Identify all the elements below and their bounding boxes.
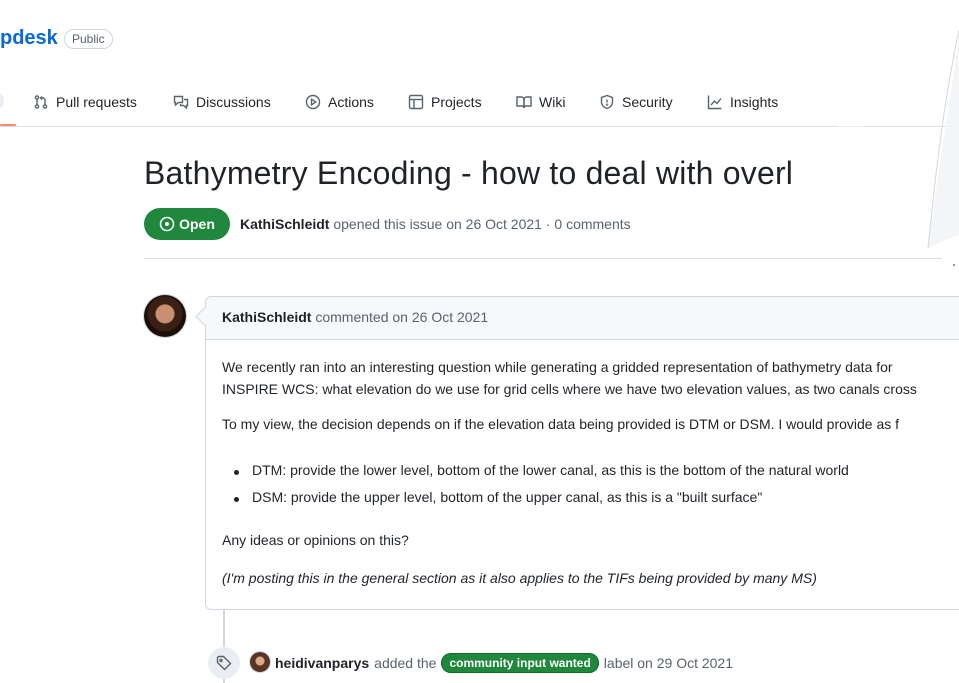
bullet-marker <box>234 470 239 475</box>
tab-pull-requests[interactable]: Pull requests <box>33 92 137 112</box>
tab-projects[interactable]: Projects <box>408 92 482 112</box>
label-badge[interactable]: community input wanted <box>441 653 599 673</box>
tab-projects-label: Projects <box>431 94 482 110</box>
comment-date[interactable]: commented on 26 Oct 2021 <box>315 309 488 325</box>
table-icon <box>408 94 424 110</box>
header-divider <box>144 258 942 259</box>
issue-meta: KathiSchleidt opened this issue on 26 Oc… <box>240 216 631 232</box>
timeline-event: heidivanparys added the community input … <box>275 653 733 673</box>
tab-actions[interactable]: Actions <box>305 92 374 112</box>
event-actor-link[interactable]: heidivanparys <box>275 655 369 671</box>
event-action-text: added the <box>374 655 437 671</box>
tag-icon <box>216 655 232 671</box>
list-item: DSM: provide the upper level, bottom of … <box>252 489 763 505</box>
timeline-badge <box>208 647 240 679</box>
comment-text-line: INSPIRE WCS: what elevation do we use fo… <box>222 381 917 397</box>
tab-insights[interactable]: Insights <box>707 92 778 112</box>
discussions-icon <box>173 95 189 110</box>
graph-icon <box>707 95 722 110</box>
tab-discussions-label: Discussions <box>196 94 271 110</box>
tab-wiki-label: Wiki <box>539 94 566 110</box>
comment-note: (I'm posting this in the general section… <box>222 570 817 586</box>
issue-state-label: Open <box>179 216 215 232</box>
tab-pull-requests-label: Pull requests <box>56 94 137 110</box>
visibility-badge: Public <box>64 29 113 49</box>
tab-actions-label: Actions <box>328 94 374 110</box>
comment-author-link[interactable]: KathiSchleidt <box>222 309 311 325</box>
issue-state-badge: Open <box>144 208 230 240</box>
repo-name-link[interactable]: pdesk <box>0 27 58 50</box>
tab-wiki[interactable]: Wiki <box>516 92 565 112</box>
tab-security-label: Security <box>622 94 673 110</box>
issue-author-link[interactable]: KathiSchleidt <box>240 216 329 232</box>
play-icon <box>305 94 321 110</box>
comment-box <box>205 296 959 610</box>
list-item: DTM: provide the lower level, bottom of … <box>252 462 849 478</box>
issue-title: Bathymetry Encoding - how to deal with o… <box>144 155 794 191</box>
pull-request-icon <box>34 95 48 109</box>
comment-text-line: We recently ran into an interesting ques… <box>222 359 893 375</box>
book-icon <box>516 96 532 109</box>
shield-icon <box>600 94 614 110</box>
event-suffix-text: label on 29 Oct 2021 <box>603 655 734 671</box>
comment-header-text: KathiSchleidt commented on 26 Oct 2021 <box>222 309 488 325</box>
avatar[interactable] <box>144 295 186 337</box>
tab-insights-label: Insights <box>730 94 779 110</box>
tab-discussions[interactable]: Discussions <box>173 92 271 112</box>
comment-text-line: Any ideas or opinions on this? <box>222 532 409 548</box>
bullet-marker <box>234 497 239 502</box>
actor-avatar[interactable] <box>250 652 270 672</box>
tab-security[interactable]: Security <box>599 92 673 112</box>
issue-open-icon <box>159 216 175 232</box>
nav-active-indicator <box>0 124 16 126</box>
comment-text-line: To my view, the decision depends on if t… <box>222 416 900 432</box>
page-curl-decoration <box>830 0 959 267</box>
issue-opened-text: opened this issue on 26 Oct 2021 · 0 com… <box>333 216 631 232</box>
